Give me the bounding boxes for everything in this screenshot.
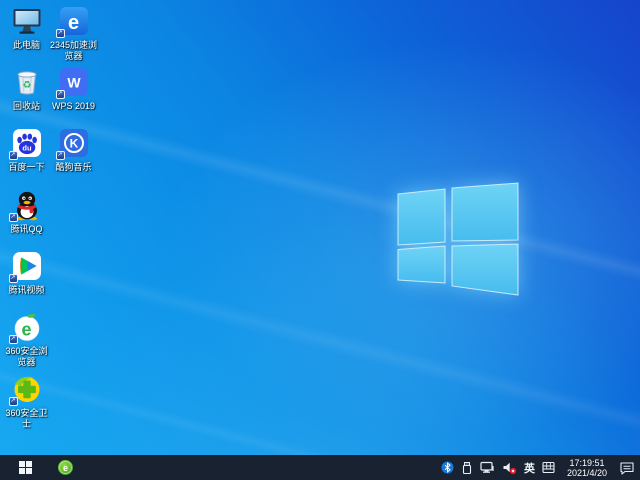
desktop-icon-baidu[interactable]: du ↗ 百度一下	[0, 127, 53, 173]
icon-label: 酷狗音乐	[55, 162, 92, 172]
recycle-bin-icon: ♻	[11, 66, 43, 98]
bluetooth-icon[interactable]	[441, 455, 454, 480]
wps-icon: W ↗	[55, 66, 90, 99]
svg-text:♻: ♻	[22, 80, 31, 91]
svg-text:e: e	[62, 463, 67, 473]
baidu-du-text: du	[22, 143, 32, 152]
icon-label: 360安全浏览器	[5, 346, 48, 367]
volume-muted-icon[interactable]	[502, 455, 517, 480]
start-button[interactable]	[13, 455, 37, 480]
icon-label: 2345加速浏览器	[49, 40, 98, 61]
shortcut-arrow-icon: ↗	[8, 335, 18, 344]
desktop-icon-wps[interactable]: W ↗ WPS 2019	[47, 66, 100, 112]
2345-browser-icon: e ↗	[55, 5, 90, 38]
shortcut-arrow-icon: ↗	[8, 213, 18, 222]
desktop-icon-2345-browser[interactable]: e ↗ 2345加速浏览器	[47, 5, 100, 62]
icon-label: 腾讯QQ	[10, 224, 43, 234]
qq-penguin-icon: ↗	[8, 189, 43, 222]
360-safeguard-icon: ↗	[8, 373, 43, 406]
desktop-icon-this-pc[interactable]: 此电脑	[0, 5, 53, 51]
ime-language-indicator[interactable]: 英	[524, 455, 535, 480]
taskbar-360-browser-button[interactable]: e	[53, 455, 77, 480]
this-pc-icon	[11, 5, 43, 37]
icon-label: WPS 2019	[51, 101, 96, 111]
taskbar-clock[interactable]: 17:19:51 2021/4/20	[562, 458, 612, 478]
ime-keyboard-icon[interactable]	[542, 455, 555, 480]
windows-desktop: 此电脑 ♻ 回收站 du ↗ 百度一下 ↗ 腾讯QQ ↗ 腾讯视频 e ↗ 36…	[0, 0, 640, 480]
desktop-icon-recycle-bin[interactable]: ♻ 回收站	[0, 66, 53, 112]
svg-text:K: K	[69, 137, 78, 151]
desktop-icon-360-browser[interactable]: e ↗ 360安全浏览器	[0, 311, 53, 368]
360-browser-icon: e ↗	[8, 311, 43, 344]
shortcut-arrow-icon: ↗	[55, 90, 65, 99]
shortcut-arrow-icon: ↗	[8, 274, 18, 283]
baidu-icon: du ↗	[8, 127, 43, 160]
taskbar: e 英 17:19:51 2021/4/20	[0, 455, 640, 480]
light-beam	[0, 219, 640, 480]
shortcut-arrow-icon: ↗	[8, 151, 18, 160]
shortcut-arrow-icon: ↗	[55, 151, 65, 160]
svg-text:W: W	[67, 75, 81, 91]
360-browser-taskbar-icon: e	[57, 460, 73, 475]
icon-label: 回收站	[12, 101, 40, 111]
desktop-icon-tencent-qq[interactable]: ↗ 腾讯QQ	[0, 189, 53, 235]
tencent-video-icon: ↗	[8, 250, 43, 283]
network-icon[interactable]	[480, 455, 495, 480]
clock-time: 17:19:51	[569, 457, 605, 468]
clock-date: 2021/4/20	[566, 467, 608, 478]
usb-device-icon[interactable]	[461, 455, 473, 480]
icon-label: 360安全卫士	[5, 408, 48, 429]
icon-label: 此电脑	[12, 40, 40, 50]
svg-text:e: e	[67, 12, 78, 34]
desktop-icon-360-safeguard[interactable]: ↗ 360安全卫士	[0, 373, 53, 430]
shortcut-arrow-icon: ↗	[55, 29, 65, 38]
desktop-icon-tencent-video[interactable]: ↗ 腾讯视频	[0, 250, 53, 296]
windows-logo	[397, 182, 519, 296]
windows-start-icon	[18, 461, 32, 474]
icon-label: 腾讯视频	[8, 285, 45, 295]
shortcut-arrow-icon: ↗	[8, 397, 18, 406]
desktop-icon-kugou[interactable]: K ↗ 酷狗音乐	[47, 127, 100, 173]
svg-text:e: e	[21, 320, 31, 340]
icon-label: 百度一下	[8, 162, 45, 172]
kugou-music-icon: K ↗	[55, 127, 90, 160]
action-center-icon[interactable]	[619, 455, 635, 480]
